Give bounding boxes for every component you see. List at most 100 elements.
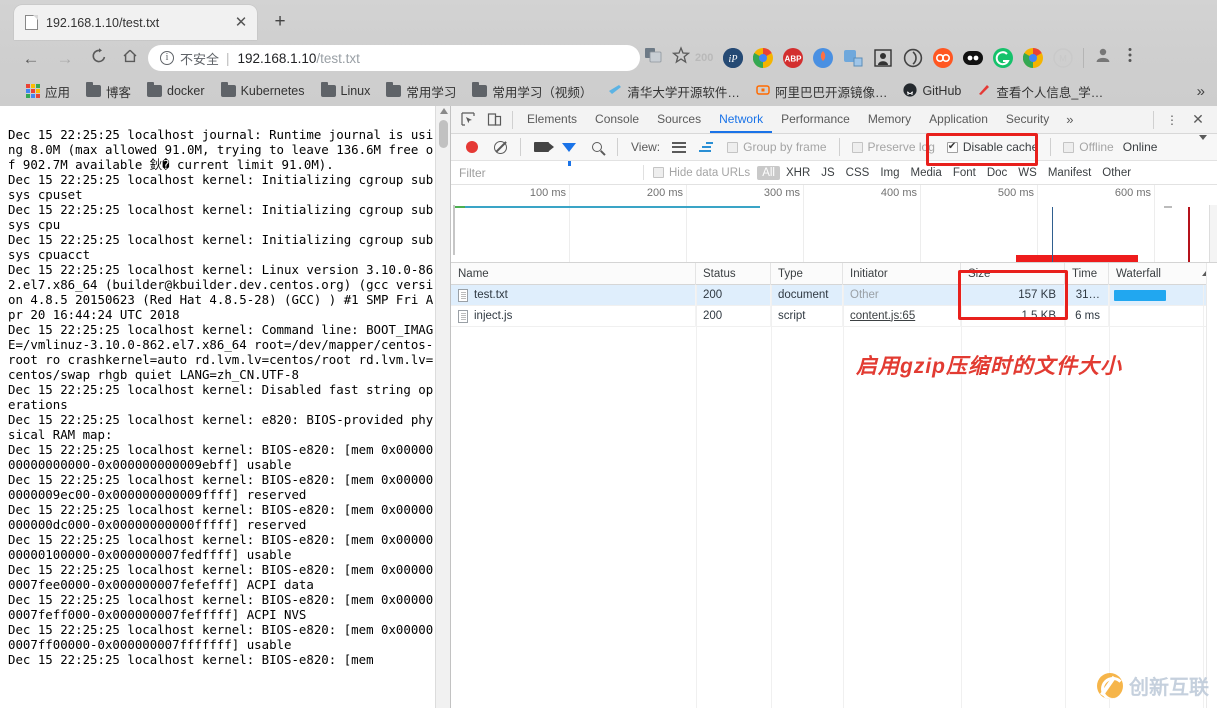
back-icon[interactable]: ← — [20, 48, 42, 70]
filter-type-other[interactable]: Other — [1097, 166, 1136, 180]
bookmark-github[interactable]: GitHub — [895, 82, 969, 100]
security-label: 不安全 — [180, 51, 220, 67]
search-icon[interactable] — [584, 134, 610, 160]
preserve-log-checkbox[interactable]: Preserve log — [847, 140, 940, 154]
column-header-size[interactable]: Size — [961, 262, 1065, 285]
filter-type-ws[interactable]: WS — [1013, 166, 1042, 180]
throttling-dropdown-icon[interactable] — [1199, 135, 1207, 154]
view-waterfall-icon[interactable] — [694, 134, 720, 160]
filter-type-xhr[interactable]: XHR — [781, 166, 815, 180]
filter-divider — [643, 165, 644, 180]
alibaba-favicon-icon — [756, 83, 770, 100]
request-initiator-link[interactable]: content.js:65 — [850, 310, 915, 322]
extension-icon-ip[interactable]: iP — [723, 47, 744, 68]
inspect-element-icon[interactable] — [455, 107, 481, 133]
network-overview-timeline[interactable]: 100 ms 200 ms 300 ms 400 ms 500 ms 600 m… — [451, 185, 1217, 263]
profile-avatar-icon[interactable] — [1094, 46, 1112, 69]
bookmark-folder-docker[interactable]: docker — [139, 82, 213, 98]
table-scrollbar[interactable] — [1206, 263, 1217, 708]
column-header-type[interactable]: Type — [771, 262, 843, 285]
overview-left-handle[interactable] — [453, 205, 455, 255]
tab-console[interactable]: Console — [586, 106, 648, 133]
close-tab-icon[interactable]: ✕ — [233, 15, 249, 30]
view-list-icon[interactable] — [666, 134, 692, 160]
forward-icon[interactable]: → — [54, 48, 76, 70]
column-header-status[interactable]: Status — [696, 262, 771, 285]
page-scrollbar[interactable] — [435, 106, 450, 708]
info-icon[interactable]: i — [160, 51, 174, 65]
column-header-name[interactable]: Name — [451, 262, 696, 285]
tab-sources[interactable]: Sources — [648, 106, 710, 133]
reload-icon[interactable] — [88, 48, 110, 70]
column-header-waterfall[interactable]: Waterfall — [1109, 262, 1217, 285]
bookmark-folder-study-video[interactable]: 常用学习（视频） — [464, 82, 600, 101]
filter-type-manifest[interactable]: Manifest — [1043, 166, 1096, 180]
table-row[interactable]: inject.js 200 script content.js:65 1.5 K… — [451, 305, 1217, 327]
tab-security[interactable]: Security — [997, 106, 1058, 133]
bookmark-folder-blog[interactable]: 博客 — [78, 82, 139, 101]
extension-icon-chrome[interactable] — [753, 47, 774, 68]
disable-cache-checkbox[interactable]: Disable cache — [942, 140, 1043, 154]
bookmark-apps[interactable]: 应用 — [18, 82, 78, 101]
extension-icon-eyes[interactable] — [963, 48, 984, 68]
tab-memory[interactable]: Memory — [859, 106, 920, 133]
tab-performance[interactable]: Performance — [772, 106, 859, 133]
offline-checkbox[interactable]: Offline — [1058, 140, 1118, 154]
filter-type-media[interactable]: Media — [906, 166, 947, 180]
translate-icon[interactable] — [644, 46, 662, 69]
close-devtools-icon[interactable]: ✕ — [1185, 107, 1211, 133]
request-name[interactable]: test.txt — [474, 285, 508, 306]
devtools-menu-icon[interactable]: ⋮ — [1159, 107, 1185, 133]
table-row[interactable]: test.txt 200 document Other 157 KB 31… — [451, 284, 1217, 306]
extension-icon-translate2[interactable] — [843, 48, 863, 68]
capture-screenshots-icon[interactable] — [528, 134, 554, 160]
checkbox-box — [727, 141, 739, 153]
group-by-frame-checkbox[interactable]: Group by frame — [722, 140, 831, 154]
column-header-initiator[interactable]: Initiator — [843, 262, 961, 285]
chrome-menu-icon[interactable] — [1122, 46, 1138, 69]
extension-icon-loop[interactable] — [903, 48, 923, 68]
overview-tick-label: 600 ms — [1114, 187, 1151, 199]
tab-elements[interactable]: Elements — [518, 106, 586, 133]
bookmark-personal-info[interactable]: 查看个人信息_学… — [969, 82, 1111, 101]
extension-icon-chrome2[interactable] — [1023, 47, 1044, 68]
tab-application[interactable]: Application — [920, 106, 997, 133]
new-tab-button[interactable]: + — [268, 10, 292, 34]
device-toolbar-icon[interactable] — [481, 107, 507, 133]
filter-type-font[interactable]: Font — [948, 166, 981, 180]
bookmark-alibaba-mirror[interactable]: 阿里巴巴开源镜像… — [748, 82, 896, 101]
extension-icon-m[interactable]: M — [1053, 47, 1074, 68]
browser-tab[interactable]: 192.168.1.10/test.txt ✕ — [14, 5, 257, 40]
clear-button[interactable] — [487, 134, 513, 160]
request-name[interactable]: inject.js — [474, 306, 512, 327]
filter-input[interactable]: Filter — [459, 166, 634, 180]
throttling-label[interactable]: Online — [1121, 140, 1158, 154]
bookmarks-overflow-icon[interactable]: » — [1197, 83, 1205, 100]
hide-data-urls-checkbox[interactable]: Hide data URLs — [653, 167, 756, 179]
column-header-time[interactable]: Time — [1065, 262, 1109, 285]
filter-type-img[interactable]: Img — [875, 166, 904, 180]
extension-icon-infinity[interactable] — [933, 47, 954, 68]
filter-type-all[interactable]: All — [757, 165, 780, 180]
filter-funnel-icon[interactable] — [556, 134, 582, 166]
home-icon[interactable] — [119, 48, 141, 70]
bookmark-tsinghua-mirror[interactable]: 清华大学开源软件… — [600, 82, 748, 101]
bookmark-star-icon[interactable] — [671, 46, 691, 69]
tab-network[interactable]: Network — [710, 106, 773, 133]
extension-icon-firefly[interactable] — [813, 47, 834, 68]
bookmark-folder-linux[interactable]: Linux — [313, 82, 379, 98]
bookmark-folder-study[interactable]: 常用学习 — [378, 82, 464, 101]
filter-type-doc[interactable]: Doc — [982, 166, 1012, 180]
bookmark-folder-kubernetes[interactable]: Kubernetes — [213, 82, 313, 98]
record-button[interactable] — [459, 134, 485, 160]
scroll-up-icon[interactable] — [440, 108, 448, 114]
extension-icon-person[interactable] — [873, 48, 893, 68]
filter-type-js[interactable]: JS — [816, 166, 839, 180]
filter-type-css[interactable]: CSS — [841, 166, 875, 180]
extension-icon-grammarly[interactable] — [993, 47, 1014, 68]
scrollbar-thumb[interactable] — [439, 120, 448, 148]
more-panels-icon[interactable]: » — [1058, 112, 1081, 127]
extension-icon-adblock[interactable]: ABP — [783, 47, 804, 68]
overview-right-handle[interactable] — [1209, 205, 1217, 262]
address-bar[interactable]: i 不安全 | 192.168.1.10 /test.txt — [148, 45, 640, 71]
